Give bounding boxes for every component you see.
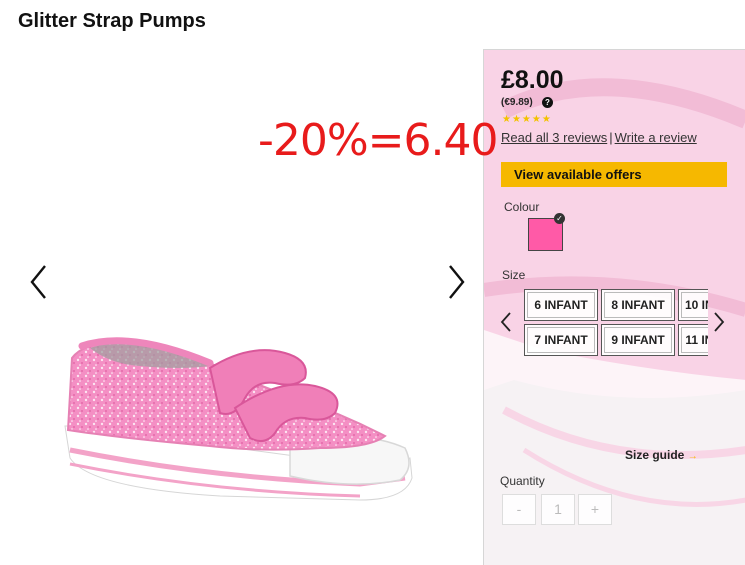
gallery-prev-button[interactable] (27, 262, 51, 302)
chevron-left-icon (500, 312, 511, 332)
price: £8.00 (501, 66, 564, 94)
quantity-decrease-button[interactable]: - (502, 494, 536, 525)
size-guide-link[interactable]: Size guide → (625, 448, 698, 462)
arrow-right-icon: → (687, 451, 698, 462)
size-options: 6 INFANT 8 INFANT 10 INFANT 7 INFANT 9 I… (522, 287, 708, 359)
help-icon[interactable]: ? (542, 97, 553, 108)
check-icon: ✓ (554, 213, 565, 224)
rating-stars: ★★★★★ (502, 114, 552, 125)
size-option[interactable]: 8 INFANT (601, 289, 675, 321)
read-reviews-link[interactable]: Read all 3 reviews (501, 130, 607, 145)
size-prev-button[interactable] (499, 310, 513, 334)
size-option[interactable]: 10 INFANT (678, 289, 708, 321)
euro-price: (€9.89) (501, 97, 533, 108)
chevron-left-icon (30, 265, 46, 299)
quantity-increase-button[interactable]: + (578, 494, 612, 525)
review-links: Read all 3 reviews | Write a review (501, 130, 697, 145)
chevron-right-icon (714, 312, 725, 332)
quantity-label: Quantity (500, 474, 545, 488)
write-review-link[interactable]: Write a review (615, 130, 697, 145)
review-separator: | (609, 130, 613, 145)
gallery-next-button[interactable] (444, 262, 468, 302)
colour-label: Colour (504, 200, 540, 214)
size-option[interactable]: 9 INFANT (601, 324, 675, 356)
size-next-button[interactable] (712, 310, 726, 334)
quantity-input[interactable]: 1 (541, 494, 575, 525)
size-option[interactable]: 7 INFANT (524, 324, 598, 356)
product-image (64, 337, 413, 501)
size-label: Size (502, 268, 526, 282)
size-option[interactable]: 11 INFANT (678, 324, 708, 356)
chevron-right-icon (449, 265, 465, 299)
view-offers-button[interactable]: View available offers (501, 162, 727, 187)
price-annotation: -20%=6.40 (258, 115, 499, 166)
product-title: Glitter Strap Pumps (18, 10, 206, 32)
size-option[interactable]: 6 INFANT (524, 289, 598, 321)
size-guide-label: Size guide (625, 448, 685, 462)
